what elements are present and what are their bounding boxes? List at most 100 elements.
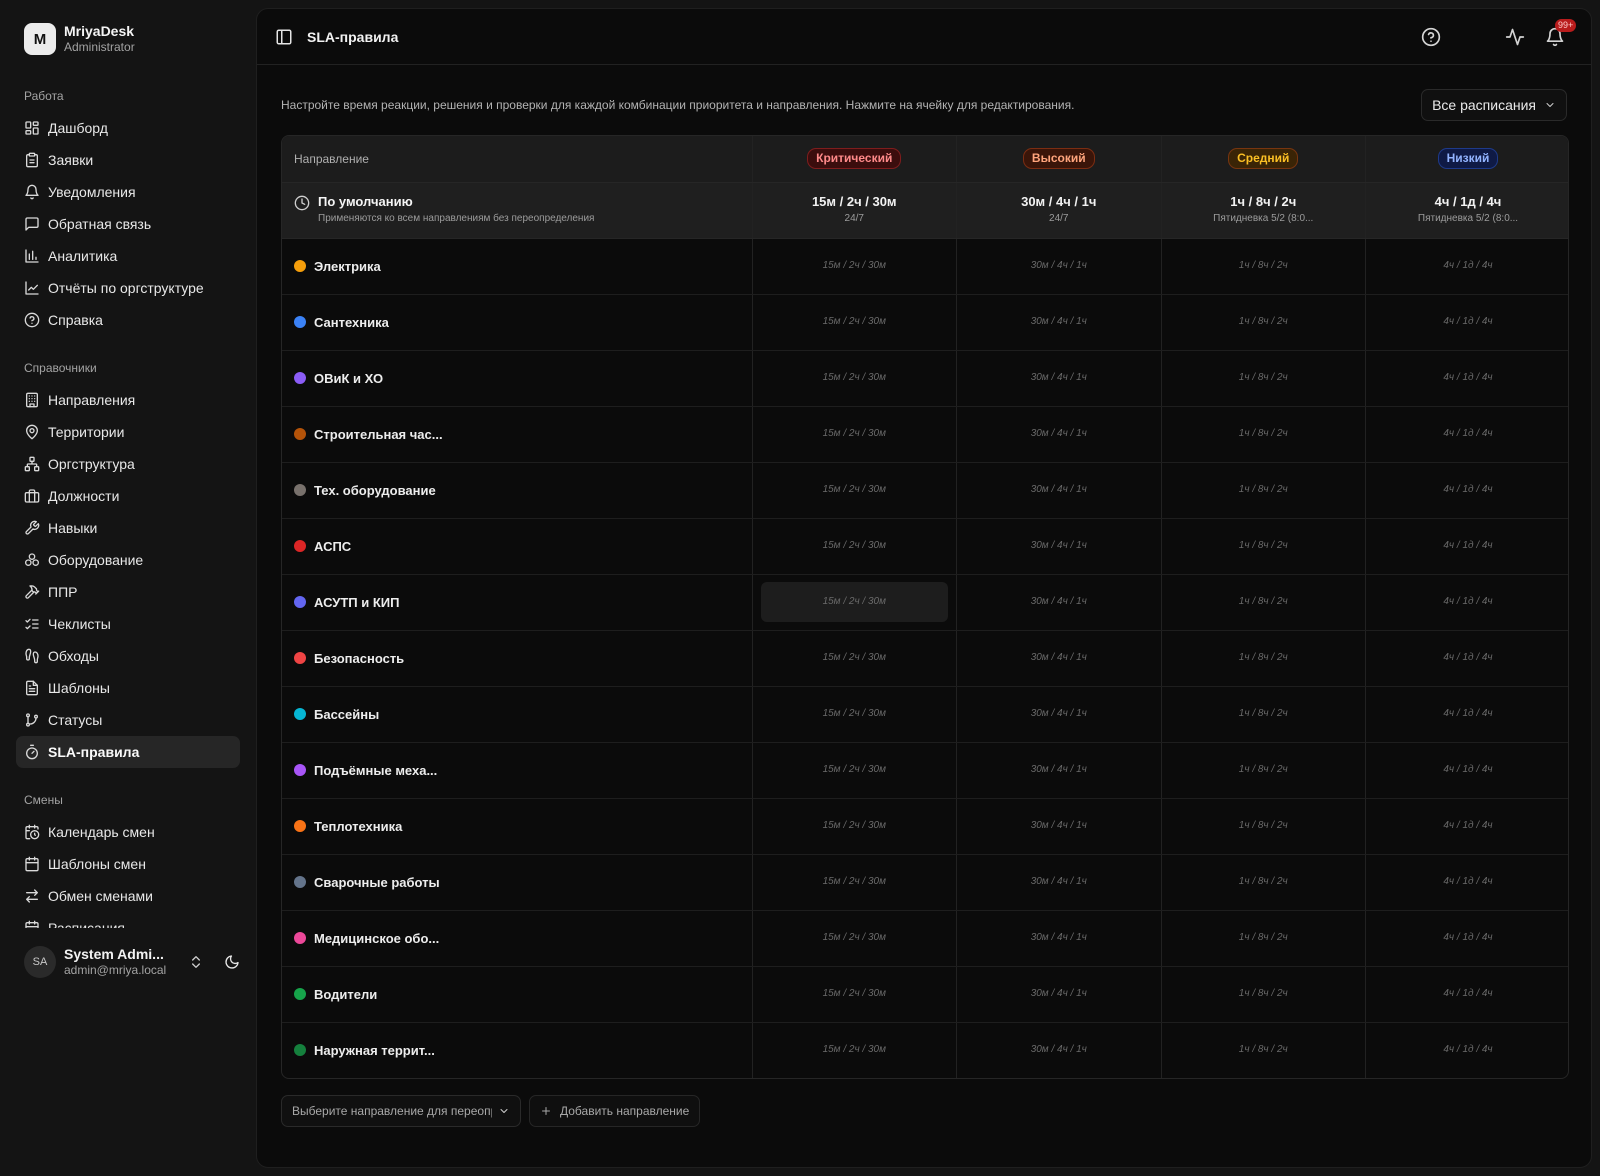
sidebar-item[interactable]: Должности <box>16 480 240 512</box>
sla-value-cell[interactable]: 15м / 2ч / 30м <box>752 238 957 295</box>
direction-name: АСУТП и КИП <box>314 594 400 610</box>
sla-value-cell[interactable]: 4ч / 1д / 4ч <box>1365 630 1568 687</box>
sla-value-cell[interactable]: 30м / 4ч / 1ч <box>956 462 1162 519</box>
default-sla-cell[interactable]: 1ч / 8ч / 2ч Пятидневка 5/2 (8:0... <box>1161 182 1366 239</box>
sidebar-toggle-icon[interactable] <box>275 28 293 46</box>
sidebar-item[interactable]: Шаблоны смен <box>16 848 240 880</box>
sla-value-cell[interactable]: 1ч / 8ч / 2ч <box>1161 630 1366 687</box>
sidebar-item[interactable]: Заявки <box>16 144 240 176</box>
sidebar-item[interactable]: Расписания <box>16 912 240 928</box>
sla-value-cell[interactable]: 4ч / 1д / 4ч <box>1365 798 1568 855</box>
default-sla-cell[interactable]: 15м / 2ч / 30м 24/7 <box>752 182 957 239</box>
user-menu[interactable]: SA System Admi... admin@mriya.local <box>16 940 240 984</box>
sla-value-cell[interactable]: 1ч / 8ч / 2ч <box>1161 686 1366 743</box>
notifications-bell-icon[interactable]: 99+ <box>1545 18 1577 47</box>
direction-override-select[interactable]: Выберите направление для переопределения <box>281 1095 521 1127</box>
sla-value-cell[interactable]: 30м / 4ч / 1ч <box>956 1022 1162 1078</box>
chevrons-up-down-icon[interactable] <box>188 954 204 970</box>
sla-value-cell[interactable]: 1ч / 8ч / 2ч <box>1161 1022 1366 1078</box>
sidebar-item[interactable]: Оргструктура <box>16 448 240 480</box>
sidebar-item[interactable]: Шаблоны <box>16 672 240 704</box>
sla-value-cell[interactable]: 1ч / 8ч / 2ч <box>1161 742 1366 799</box>
sidebar-item[interactable]: Обратная связь <box>16 208 240 240</box>
sla-value-cell[interactable]: 4ч / 1д / 4ч <box>1365 966 1568 1023</box>
sidebar-item[interactable]: Справка <box>16 304 240 336</box>
default-sla-cell[interactable]: 30м / 4ч / 1ч 24/7 <box>956 182 1162 239</box>
sla-value-cell[interactable]: 15м / 2ч / 30м <box>752 854 957 911</box>
sla-value-cell[interactable]: 30м / 4ч / 1ч <box>956 966 1162 1023</box>
sla-value-cell[interactable]: 4ч / 1д / 4ч <box>1365 350 1568 407</box>
sla-value-cell[interactable]: 1ч / 8ч / 2ч <box>1161 518 1366 575</box>
sla-value-cell[interactable]: 15м / 2ч / 30м <box>752 630 957 687</box>
sla-value-cell[interactable]: 15м / 2ч / 30м <box>752 966 957 1023</box>
sidebar-item[interactable]: Дашборд <box>16 112 240 144</box>
sidebar-item[interactable]: Оборудование <box>16 544 240 576</box>
sla-value-cell[interactable]: 4ч / 1д / 4ч <box>1366 1022 1569 1078</box>
sidebar-item[interactable]: Навыки <box>16 512 240 544</box>
sla-value-cell[interactable]: 30м / 4ч / 1ч <box>956 574 1162 631</box>
sla-value-cell[interactable]: 30м / 4ч / 1ч <box>956 630 1162 687</box>
sla-value-cell[interactable]: 15м / 2ч / 30м <box>752 798 957 855</box>
sla-value-cell[interactable]: 30м / 4ч / 1ч <box>956 350 1162 407</box>
sla-value-cell[interactable]: 4ч / 1д / 4ч <box>1365 238 1568 295</box>
sla-value-cell[interactable]: 4ч / 1д / 4ч <box>1365 406 1568 463</box>
sla-value-cell[interactable]: 30м / 4ч / 1ч <box>956 518 1162 575</box>
sidebar-item[interactable]: Статусы <box>16 704 240 736</box>
sla-value-cell[interactable]: 15м / 2ч / 30м <box>752 518 957 575</box>
sla-value-cell[interactable]: 4ч / 1д / 4ч <box>1365 574 1568 631</box>
sla-value-cell[interactable]: 1ч / 8ч / 2ч <box>1161 574 1366 631</box>
sla-value-cell[interactable]: 15м / 2ч / 30м <box>752 1022 957 1078</box>
sla-value-cell[interactable]: 30м / 4ч / 1ч <box>956 854 1162 911</box>
sla-value-cell[interactable]: 15м / 2ч / 30м <box>752 462 957 519</box>
default-sla-cell[interactable]: 4ч / 1д / 4ч Пятидневка 5/2 (8:0... <box>1365 182 1568 239</box>
sidebar-item[interactable]: Чеклисты <box>16 608 240 640</box>
sidebar-item[interactable]: Направления <box>16 384 240 416</box>
sla-value-cell[interactable]: 4ч / 1д / 4ч <box>1365 742 1568 799</box>
schedule-filter-select[interactable]: Все расписания <box>1421 89 1567 121</box>
sla-value-cell[interactable]: 4ч / 1д / 4ч <box>1365 686 1568 743</box>
help-icon[interactable] <box>1421 27 1441 47</box>
sla-value-cell[interactable]: 4ч / 1д / 4ч <box>1365 462 1568 519</box>
sla-value-cell[interactable]: 30м / 4ч / 1ч <box>956 686 1162 743</box>
sla-value-cell[interactable]: 30м / 4ч / 1ч <box>956 238 1162 295</box>
sla-value-cell[interactable]: 1ч / 8ч / 2ч <box>1161 854 1366 911</box>
sidebar-item[interactable]: Календарь смен <box>16 816 240 848</box>
sidebar-item[interactable]: SLA-правила <box>16 736 240 768</box>
sidebar-item[interactable]: Обмен сменами <box>16 880 240 912</box>
sla-value-cell[interactable]: 1ч / 8ч / 2ч <box>1161 798 1366 855</box>
sla-value-cell[interactable]: 15м / 2ч / 30м <box>752 350 957 407</box>
sla-value-cell[interactable]: 30м / 4ч / 1ч <box>956 742 1162 799</box>
sla-value-cell[interactable]: 4ч / 1д / 4ч <box>1365 854 1568 911</box>
sla-value-cell[interactable]: 1ч / 8ч / 2ч <box>1161 910 1366 967</box>
sla-value-cell[interactable]: 30м / 4ч / 1ч <box>956 294 1162 351</box>
add-direction-button[interactable]: Добавить направление <box>529 1095 701 1127</box>
sla-value-cell[interactable]: 15м / 2ч / 30м <box>752 406 957 463</box>
sla-value-cell[interactable]: 30м / 4ч / 1ч <box>956 910 1162 967</box>
sla-value-cell[interactable]: 15м / 2ч / 30м <box>752 686 957 743</box>
sla-value-cell[interactable]: 30м / 4ч / 1ч <box>956 406 1162 463</box>
sidebar-item[interactable]: Уведомления <box>16 176 240 208</box>
activity-icon[interactable] <box>1505 27 1525 47</box>
sla-value-cell[interactable]: 15м / 2ч / 30м <box>752 910 957 967</box>
sla-value-cell[interactable]: 1ч / 8ч / 2ч <box>1161 294 1366 351</box>
sla-value-cell[interactable]: 15м / 2ч / 30м <box>752 294 957 351</box>
sla-value-cell[interactable]: 1ч / 8ч / 2ч <box>1161 462 1366 519</box>
sla-value-cell[interactable]: 15м / 2ч / 30м <box>752 574 957 631</box>
sla-value-cell[interactable]: 15м / 2ч / 30м <box>752 742 957 799</box>
sla-value-cell[interactable]: 1ч / 8ч / 2ч <box>1161 406 1366 463</box>
sidebar-item[interactable]: Аналитика <box>16 240 240 272</box>
sidebar-item[interactable]: Отчёты по оргструктуре <box>16 272 240 304</box>
brand[interactable]: M MriyaDesk Administrator <box>24 23 135 55</box>
sidebar-item[interactable]: Территории <box>16 416 240 448</box>
sla-value-cell[interactable]: 1ч / 8ч / 2ч <box>1161 238 1366 295</box>
sla-value-cell[interactable]: 30м / 4ч / 1ч <box>956 798 1162 855</box>
sla-value-cell[interactable]: 4ч / 1д / 4ч <box>1365 518 1568 575</box>
sidebar-item[interactable]: Обходы <box>16 640 240 672</box>
sidebar-item[interactable]: ППР <box>16 576 240 608</box>
sla-value-cell[interactable]: 1ч / 8ч / 2ч <box>1161 966 1366 1023</box>
sla-value-cell[interactable]: 1ч / 8ч / 2ч <box>1161 350 1366 407</box>
chevron-down-icon <box>500 1109 508 1113</box>
moon-icon[interactable] <box>224 954 240 970</box>
sla-value-cell[interactable]: 4ч / 1д / 4ч <box>1365 294 1568 351</box>
sla-value-cell[interactable]: 4ч / 1д / 4ч <box>1365 910 1568 967</box>
